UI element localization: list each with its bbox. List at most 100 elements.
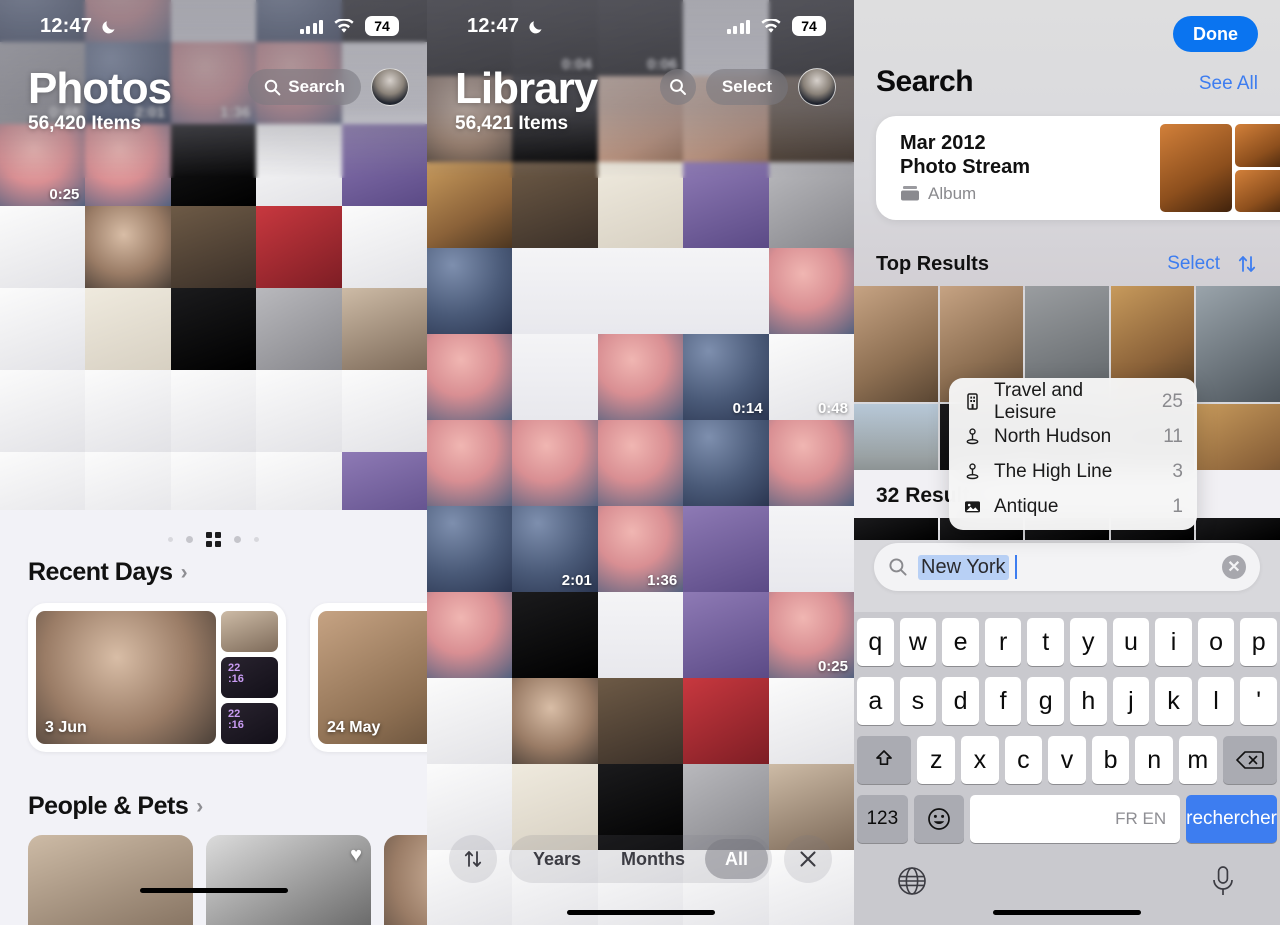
key-l[interactable]: l <box>1197 677 1235 725</box>
segment-all[interactable]: All <box>705 839 769 879</box>
key-e[interactable]: e <box>942 618 979 666</box>
grid-tile[interactable] <box>683 248 769 334</box>
grid-tile[interactable] <box>768 506 854 592</box>
clear-circle-icon[interactable]: ✕ <box>1222 555 1246 579</box>
grid-tile[interactable] <box>768 420 854 506</box>
album-thumb[interactable] <box>1160 124 1232 212</box>
grid-tile[interactable] <box>683 420 769 506</box>
recent-day-hero-photo[interactable]: 24 May <box>318 611 427 744</box>
result-tile[interactable] <box>1196 286 1280 402</box>
recent-day-hero-photo[interactable]: 3 Jun <box>36 611 216 744</box>
recent-days-header[interactable]: Recent Days › <box>0 558 427 587</box>
mosaic-tile[interactable] <box>170 124 257 206</box>
search-button[interactable] <box>659 69 696 105</box>
grid-tile[interactable] <box>512 420 598 506</box>
grid-tile[interactable] <box>683 592 769 678</box>
emoji-key[interactable] <box>913 795 965 843</box>
suggestion-north-hudson[interactable]: North Hudson 11 <box>949 419 1197 454</box>
backspace-key[interactable] <box>1222 736 1278 784</box>
grid-tile[interactable] <box>427 334 513 420</box>
segment-months[interactable]: Months <box>601 839 705 879</box>
key-k[interactable]: k <box>1155 677 1192 725</box>
mosaic-tile[interactable] <box>341 124 427 206</box>
mosaic-tile[interactable] <box>0 370 86 452</box>
space-key[interactable]: FR EN <box>970 795 1181 843</box>
key-x[interactable]: x <box>961 736 999 784</box>
recent-day-card[interactable]: 3 Jun <box>28 603 286 752</box>
mosaic-tile[interactable] <box>341 288 427 370</box>
grid-tile[interactable] <box>597 248 684 334</box>
key-p[interactable]: p <box>1240 618 1277 666</box>
page-dot[interactable] <box>186 535 194 543</box>
sort-arrows-icon[interactable] <box>1236 253 1258 275</box>
grid-tile[interactable] <box>427 592 513 678</box>
album-suggestion-card[interactable]: Mar 2012 Photo Stream Album <box>876 116 1280 220</box>
grid-tile[interactable] <box>427 420 513 506</box>
return-search-key[interactable]: rechercher <box>1186 795 1277 843</box>
page-dot[interactable] <box>168 536 174 542</box>
segment-years[interactable]: Years <box>513 839 601 879</box>
mosaic-tile[interactable]: 0:25 <box>0 124 86 206</box>
grid-tile[interactable]: 0:48 <box>768 334 854 420</box>
microphone-icon[interactable] <box>1207 864 1239 898</box>
mosaic-tile[interactable] <box>256 124 342 206</box>
grid-tile[interactable] <box>512 592 598 678</box>
suggestion-the-high-line[interactable]: The High Line 3 <box>949 454 1197 489</box>
mosaic-tile[interactable] <box>256 206 342 288</box>
mosaic-tile[interactable] <box>341 206 427 288</box>
people-pets-header[interactable]: People & Pets › <box>0 792 427 821</box>
search-button[interactable]: Search <box>248 69 361 105</box>
grid-tile[interactable] <box>427 248 513 334</box>
mosaic-tile[interactable] <box>85 124 171 206</box>
globe-icon[interactable] <box>895 864 929 898</box>
grid-view-icon[interactable] <box>206 532 221 547</box>
mosaic-tile[interactable] <box>85 288 171 370</box>
shift-key[interactable] <box>857 736 912 784</box>
key-u[interactable]: u <box>1112 618 1150 666</box>
key-y[interactable]: y <box>1070 618 1107 666</box>
key-s[interactable]: s <box>899 677 937 725</box>
top-results-select[interactable]: Select <box>1167 253 1220 275</box>
timescale-segmented-control[interactable]: Years Months All <box>508 835 773 883</box>
key-h[interactable]: h <box>1070 677 1107 725</box>
grid-tile[interactable] <box>512 334 598 420</box>
mosaic-tile[interactable] <box>0 206 86 288</box>
grid-tile[interactable] <box>768 248 854 334</box>
thumb[interactable] <box>221 657 278 698</box>
grid-tile[interactable] <box>512 678 598 764</box>
key-v[interactable]: v <box>1048 736 1086 784</box>
key-f[interactable]: f <box>984 677 1022 725</box>
key-z[interactable]: z <box>917 736 956 784</box>
grid-tile[interactable] <box>597 592 684 678</box>
numbers-key[interactable]: 123 <box>857 795 908 843</box>
result-tile[interactable] <box>854 518 938 540</box>
key-c[interactable]: c <box>1004 736 1043 784</box>
done-button[interactable]: Done <box>1173 16 1258 52</box>
mosaic-tile[interactable] <box>170 370 257 452</box>
suggestion-antique[interactable]: Antique 1 <box>949 489 1197 524</box>
sort-button[interactable] <box>448 835 497 883</box>
grid-tile[interactable] <box>683 678 769 764</box>
mosaic-tile[interactable] <box>341 370 427 452</box>
grid-tile[interactable] <box>683 506 769 592</box>
mosaic-tile[interactable] <box>85 370 171 452</box>
key-r[interactable]: r <box>984 618 1022 666</box>
grid-tile[interactable] <box>768 678 854 764</box>
recent-day-card[interactable]: 24 May <box>310 603 427 752</box>
key-b[interactable]: b <box>1091 736 1130 784</box>
key-a[interactable]: a <box>857 677 894 725</box>
select-button[interactable]: Select <box>705 69 788 105</box>
key-apostrophe[interactable]: ' <box>1240 677 1277 725</box>
search-query[interactable]: New York <box>918 554 1222 580</box>
mosaic-tile[interactable]: 1:36 <box>170 42 257 124</box>
grid-tile[interactable] <box>512 248 598 334</box>
key-t[interactable]: t <box>1027 618 1064 666</box>
key-w[interactable]: w <box>899 618 937 666</box>
album-thumb[interactable] <box>1235 169 1280 212</box>
mosaic-tile[interactable] <box>170 288 257 370</box>
key-n[interactable]: n <box>1135 736 1173 784</box>
mosaic-tile[interactable] <box>256 370 342 452</box>
people-pets-tile[interactable] <box>28 835 193 925</box>
avatar[interactable] <box>798 68 836 106</box>
album-thumb[interactable] <box>1235 124 1280 167</box>
